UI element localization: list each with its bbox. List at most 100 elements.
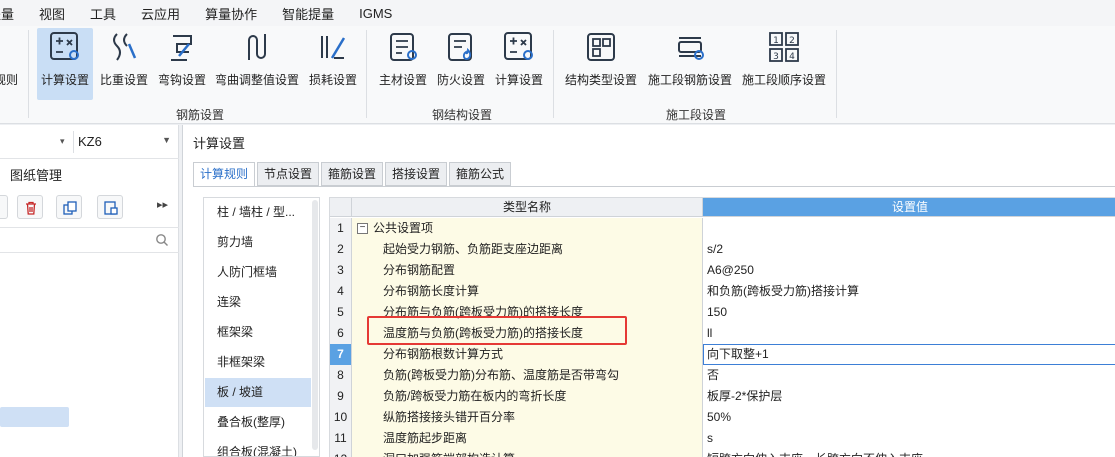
table-row[interactable]: 11 温度筋起步距离 s (330, 428, 1115, 449)
delete-button[interactable] (17, 195, 43, 219)
grid-header-value: 设置值 (703, 198, 1115, 217)
component-value: KZ6 (78, 134, 102, 149)
menu-item-smart[interactable]: 智能提量 (282, 4, 334, 23)
row-value[interactable]: s/2 (703, 239, 1115, 260)
row-value[interactable]: 短跨方向伸入支座，长跨方向不伸入支座 (703, 449, 1115, 457)
copy-icon (63, 201, 77, 215)
category-scrollbar[interactable] (312, 200, 318, 450)
bend-adjust-button[interactable]: 弯曲调整值设置 (212, 28, 302, 100)
category-item[interactable]: 组合板(混凝土) (205, 438, 311, 456)
table-row[interactable]: 10 纵筋搭接接头错开百分率 50% (330, 407, 1115, 428)
table-row-current[interactable]: 7 分布钢筋根数计算方式 向下取整+1 (330, 344, 1115, 365)
category-item[interactable]: 非框架梁 (205, 348, 311, 377)
row-number: 11 (330, 428, 352, 449)
menu-item-collab[interactable]: 算量协作 (205, 4, 257, 23)
row-name: 分布钢筋根数计算方式 (352, 344, 703, 365)
floor-combo[interactable]: ▾ (0, 131, 70, 153)
fire-settings-button[interactable]: 防火设置 (434, 28, 488, 100)
row-value[interactable]: 板厚-2*保护层 (703, 386, 1115, 407)
row-value[interactable]: 否 (703, 365, 1115, 386)
category-item[interactable]: 柱 / 墙柱 / 型... (205, 198, 311, 227)
left-panel: ▾ KZ6 ▼ 图纸管理 ▸▸ (0, 125, 179, 457)
category-item[interactable]: 连梁 (205, 288, 311, 317)
segment-rebar-button[interactable]: 施工段钢筋设置 (644, 28, 736, 100)
row-value[interactable]: s (703, 428, 1115, 449)
drawing-management-title[interactable]: 图纸管理 (10, 165, 62, 184)
steel-calc-settings-button[interactable]: 计算设置 (492, 28, 546, 100)
row-value[interactable]: 和负筋(跨板受力筋)搭接计算 (703, 281, 1115, 302)
main-material-icon (390, 33, 417, 61)
category-item[interactable]: 叠合板(整厚) (205, 408, 311, 437)
search-icon (156, 234, 168, 246)
chevron-down-icon: ▼ (162, 135, 171, 145)
tab-stirrup-settings[interactable]: 箍筋设置 (321, 162, 383, 186)
group-separator (836, 30, 837, 118)
export-button[interactable] (97, 195, 123, 219)
table-row[interactable]: 4 分布钢筋长度计算 和负筋(跨板受力筋)搭接计算 (330, 281, 1115, 302)
segment-rebar-icon (678, 37, 704, 60)
hook-settings-button[interactable]: 弯钩设置 (155, 28, 209, 100)
chevron-down-icon: ▾ (60, 136, 65, 146)
table-row[interactable]: 1 − 公共设置项 (330, 218, 1115, 239)
collapse-icon[interactable]: − (357, 223, 368, 234)
row-number: 4 (330, 281, 352, 302)
table-row[interactable]: 8 负筋(跨板受力筋)分布筋、温度筋是否带弯勾 否 (330, 365, 1115, 386)
menu-item-igms[interactable]: IGMS (359, 6, 392, 21)
row-number: 7 (330, 344, 352, 365)
rule-button[interactable]: 规则 (0, 28, 20, 100)
category-item[interactable]: 框架梁 (205, 318, 311, 347)
drawing-search[interactable] (0, 227, 179, 253)
rule-icon (0, 30, 17, 64)
row-value[interactable]: 150 (703, 302, 1115, 323)
table-row[interactable]: 12 洞口加强筋端部构造计算 短跨方向伸入支座，长跨方向不伸入支座 (330, 449, 1115, 457)
steel-calc-icon (504, 32, 533, 60)
collapse-button[interactable] (0, 195, 8, 219)
row-name: 洞口加强筋端部构造计算 (352, 449, 703, 457)
menu-item-quantity[interactable]: 提量 (0, 4, 14, 23)
component-combo[interactable]: KZ6 ▼ (73, 131, 177, 153)
tab-node-settings[interactable]: 节点设置 (257, 162, 319, 186)
rebar-group-label: 钢筋设置 (176, 108, 225, 122)
menu-item-view[interactable]: 视图 (39, 4, 65, 23)
menu-bar: 提量 视图 工具 云应用 算量协作 智能提量 IGMS (0, 0, 1115, 26)
row-number: 2 (330, 239, 352, 260)
loss-settings-button[interactable]: 损耗设置 (306, 28, 360, 100)
category-item[interactable]: 人防门框墙 (205, 258, 311, 287)
row-value[interactable]: ll (703, 323, 1115, 344)
category-item-selected[interactable]: 板 / 坡道 (205, 378, 311, 407)
row-value[interactable]: A6@250 (703, 260, 1115, 281)
calc-settings-button[interactable]: 计算设置 (37, 28, 93, 100)
tab-calc-rules[interactable]: 计算规则 (193, 162, 255, 187)
category-item[interactable]: 剪力墙 (205, 228, 311, 257)
group-separator (28, 30, 29, 118)
segment-order-icon: 1 2 3 4 (769, 32, 799, 62)
row-value[interactable]: 50% (703, 407, 1115, 428)
table-row[interactable]: 9 负筋/跨板受力筋在板内的弯折长度 板厚-2*保护层 (330, 386, 1115, 407)
calc-settings-dialog: 计算设置 计算规则 节点设置 箍筋设置 搭接设置 箍筋公式 柱 / 墙柱 / 型… (182, 125, 1115, 457)
menu-item-tools[interactable]: 工具 (90, 4, 116, 23)
more-button[interactable]: ▸▸ (151, 195, 177, 219)
main-material-button[interactable]: 主材设置 (376, 28, 430, 100)
hook-settings-icon (171, 35, 192, 61)
row-value[interactable] (703, 218, 1115, 239)
row-name: 温度筋起步距离 (352, 428, 703, 449)
segment-order-button[interactable]: 1 2 3 4 施工段顺序设置 (738, 28, 830, 100)
row-value-editor[interactable]: 向下取整+1 (703, 344, 1115, 365)
tab-stirrup-formula[interactable]: 箍筋公式 (449, 162, 511, 186)
selected-drawing-row[interactable] (0, 407, 69, 427)
divider (193, 186, 1115, 187)
svg-text:4: 4 (789, 52, 795, 62)
trash-icon (26, 201, 36, 215)
divider (0, 158, 179, 159)
menu-item-cloud[interactable]: 云应用 (141, 4, 180, 23)
svg-text:3: 3 (773, 52, 779, 62)
row-number: 8 (330, 365, 352, 386)
row-number: 9 (330, 386, 352, 407)
tab-lap-settings[interactable]: 搭接设置 (385, 162, 447, 186)
structure-type-button[interactable]: 结构类型设置 (562, 28, 640, 100)
table-row[interactable]: 2 起始受力钢筋、负筋距支座边距离 s/2 (330, 239, 1115, 260)
table-row[interactable]: 3 分布钢筋配置 A6@250 (330, 260, 1115, 281)
rebar-weight-button[interactable]: 比重设置 (97, 28, 151, 100)
structure-type-icon (587, 33, 615, 61)
copy-button[interactable] (56, 195, 82, 219)
